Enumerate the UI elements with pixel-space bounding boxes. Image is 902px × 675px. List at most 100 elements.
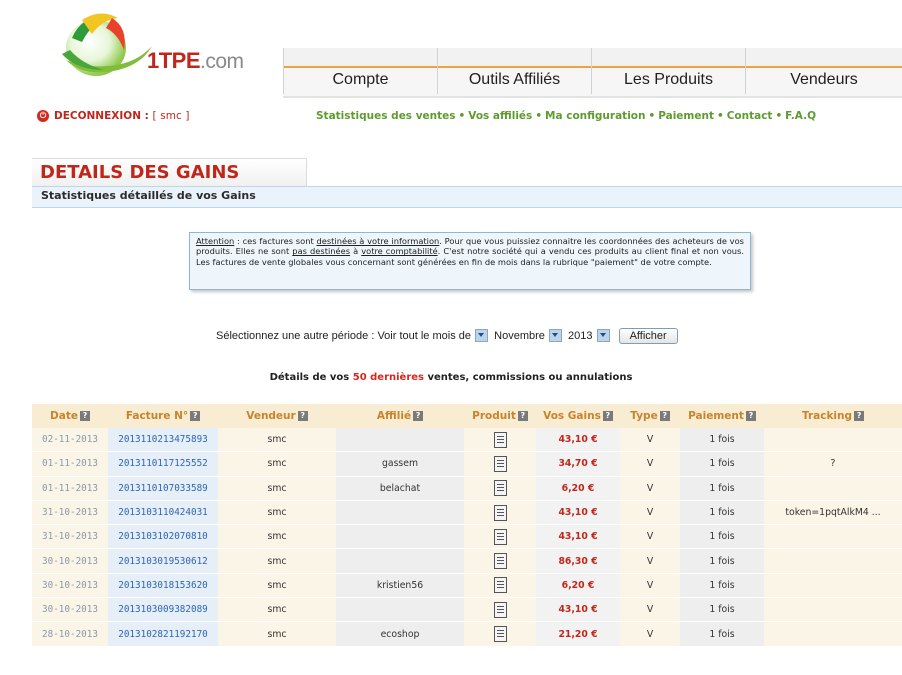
table-row: 31-10-2013 2013103102070810 smc 43,10 € V 1 f…: [32, 524, 902, 550]
invoice-number-link[interactable]: 2013103110424031: [108, 500, 218, 526]
earnings-cell: 34,70 €: [536, 451, 620, 477]
col-gains-header[interactable]: Vos Gains?: [536, 404, 620, 428]
details-highlight: 50 dernières: [352, 372, 424, 383]
invoice-number-link[interactable]: 2013110107033589: [108, 476, 218, 501]
type-cell: V: [620, 573, 680, 599]
help-icon[interactable]: ?: [297, 411, 308, 421]
sub-navigation: Statistiques des ventes • Vos affiliés • Ma …: [316, 110, 816, 122]
product-cell[interactable]: [464, 451, 536, 477]
earnings-cell: 6,20 €: [536, 573, 620, 599]
power-icon[interactable]: ⏻: [37, 110, 49, 122]
col-tracking-header[interactable]: Tracking?: [764, 404, 902, 428]
tracking-cell: [764, 597, 902, 623]
document-icon[interactable]: [493, 553, 507, 570]
header-label: Type: [630, 410, 658, 422]
page-subtitle: Statistiques détaillés de vos Gains: [41, 189, 256, 202]
sublink-faq[interactable]: F.A.Q: [785, 110, 816, 122]
document-icon[interactable]: [493, 626, 507, 643]
col-paiement-header[interactable]: Paiement?: [680, 404, 764, 428]
help-icon[interactable]: ?: [517, 411, 528, 421]
notice-attention: Attention: [196, 236, 235, 246]
help-icon[interactable]: ?: [79, 411, 90, 421]
help-icon[interactable]: ?: [659, 411, 670, 421]
type-cell: V: [620, 500, 680, 526]
bullet-separator: •: [535, 110, 543, 122]
afficher-button[interactable]: Afficher: [618, 328, 678, 344]
user-bracket-open: [: [152, 110, 157, 122]
date-cell: 28-10-2013: [32, 621, 108, 647]
document-icon[interactable]: [493, 528, 507, 545]
help-icon[interactable]: ?: [745, 411, 756, 421]
document-icon[interactable]: [493, 431, 507, 448]
product-cell[interactable]: [464, 500, 536, 526]
view-select-arrow-icon[interactable]: [475, 328, 489, 342]
document-icon[interactable]: [493, 480, 507, 497]
nav-outils-affilies[interactable]: Outils Affiliés: [438, 68, 591, 92]
affiliate-cell: [336, 428, 464, 453]
col-facture-header[interactable]: Facture N°?: [108, 404, 218, 428]
product-cell[interactable]: [464, 573, 536, 599]
header-label: Vos Gains: [543, 410, 601, 422]
col-type-header[interactable]: Type?: [620, 404, 680, 428]
sublink-paiement[interactable]: Paiement: [658, 110, 714, 122]
year-select-arrow-icon[interactable]: [596, 328, 610, 342]
product-cell[interactable]: [464, 428, 536, 453]
help-icon[interactable]: ?: [413, 411, 424, 421]
product-cell[interactable]: [464, 548, 536, 574]
document-icon[interactable]: [493, 504, 507, 521]
affiliate-cell: gassem: [336, 451, 464, 477]
earnings-cell: 43,10 €: [536, 524, 620, 550]
nav-les-produits[interactable]: Les Produits: [592, 68, 745, 92]
earnings-cell: 43,10 €: [536, 500, 620, 526]
sublink-affilies[interactable]: Vos affiliés: [468, 110, 532, 122]
col-produit-header[interactable]: Produit?: [464, 404, 536, 428]
earnings-table: Date? Facture N°? Vendeur? Affilié? Produit?…: [32, 404, 902, 647]
username-link[interactable]: smc: [160, 110, 181, 122]
nav-vendeurs[interactable]: Vendeurs: [746, 68, 902, 92]
table-row: 28-10-2013 2013102821192170 smc ecoshop 21,2…: [32, 621, 902, 647]
brand-logo-orb-icon[interactable]: [52, 8, 156, 80]
notice-emphasis: destinées à votre information: [316, 236, 440, 246]
invoice-number-link[interactable]: 2013110117125552: [108, 451, 218, 477]
header-label: Date: [50, 410, 78, 422]
logout-link[interactable]: DECONNEXION :: [54, 110, 149, 122]
table-row: 30-10-2013 2013103019530612 smc 86,30 € V 1 f…: [32, 548, 902, 574]
affiliate-cell: [336, 548, 464, 574]
brand-logo[interactable]: 1TPE.com: [147, 48, 244, 74]
product-cell[interactable]: [464, 621, 536, 647]
product-cell[interactable]: [464, 476, 536, 501]
col-affilie-header[interactable]: Affilié?: [336, 404, 464, 428]
payment-cell: 1 fois: [680, 524, 764, 550]
help-icon[interactable]: ?: [602, 411, 613, 421]
sublink-contact[interactable]: Contact: [727, 110, 773, 122]
col-vendeur-header[interactable]: Vendeur?: [218, 404, 336, 428]
affiliate-cell: belachat: [336, 476, 464, 501]
help-icon[interactable]: ?: [854, 411, 865, 421]
type-cell: V: [620, 621, 680, 647]
month-select-arrow-icon[interactable]: [548, 328, 562, 342]
invoice-number-link[interactable]: 2013103018153620: [108, 573, 218, 599]
help-icon[interactable]: ?: [190, 411, 201, 421]
invoice-number-link[interactable]: 2013103019530612: [108, 548, 218, 574]
date-cell: 02-11-2013: [32, 428, 108, 453]
earnings-cell: 43,10 €: [536, 597, 620, 623]
product-cell[interactable]: [464, 524, 536, 550]
document-icon[interactable]: [493, 601, 507, 618]
product-cell[interactable]: [464, 597, 536, 623]
vendor-cell: smc: [218, 548, 336, 574]
sublink-configuration[interactable]: Ma configuration: [545, 110, 645, 122]
tracking-cell: [764, 428, 902, 453]
nav-compte[interactable]: Compte: [284, 68, 437, 92]
invoice-number-link[interactable]: 2013103009382089: [108, 597, 218, 623]
year-select[interactable]: 2013: [568, 330, 592, 342]
tracking-cell: ?: [764, 451, 902, 477]
col-date-header[interactable]: Date?: [32, 404, 108, 428]
sublink-statistiques[interactable]: Statistiques des ventes: [316, 110, 456, 122]
payment-cell: 1 fois: [680, 621, 764, 647]
month-select[interactable]: Novembre: [494, 330, 545, 342]
invoice-number-link[interactable]: 2013110213475893: [108, 428, 218, 453]
document-icon[interactable]: [493, 455, 507, 472]
document-icon[interactable]: [493, 577, 507, 594]
invoice-number-link[interactable]: 2013103102070810: [108, 524, 218, 550]
invoice-number-link[interactable]: 2013102821192170: [108, 621, 218, 647]
